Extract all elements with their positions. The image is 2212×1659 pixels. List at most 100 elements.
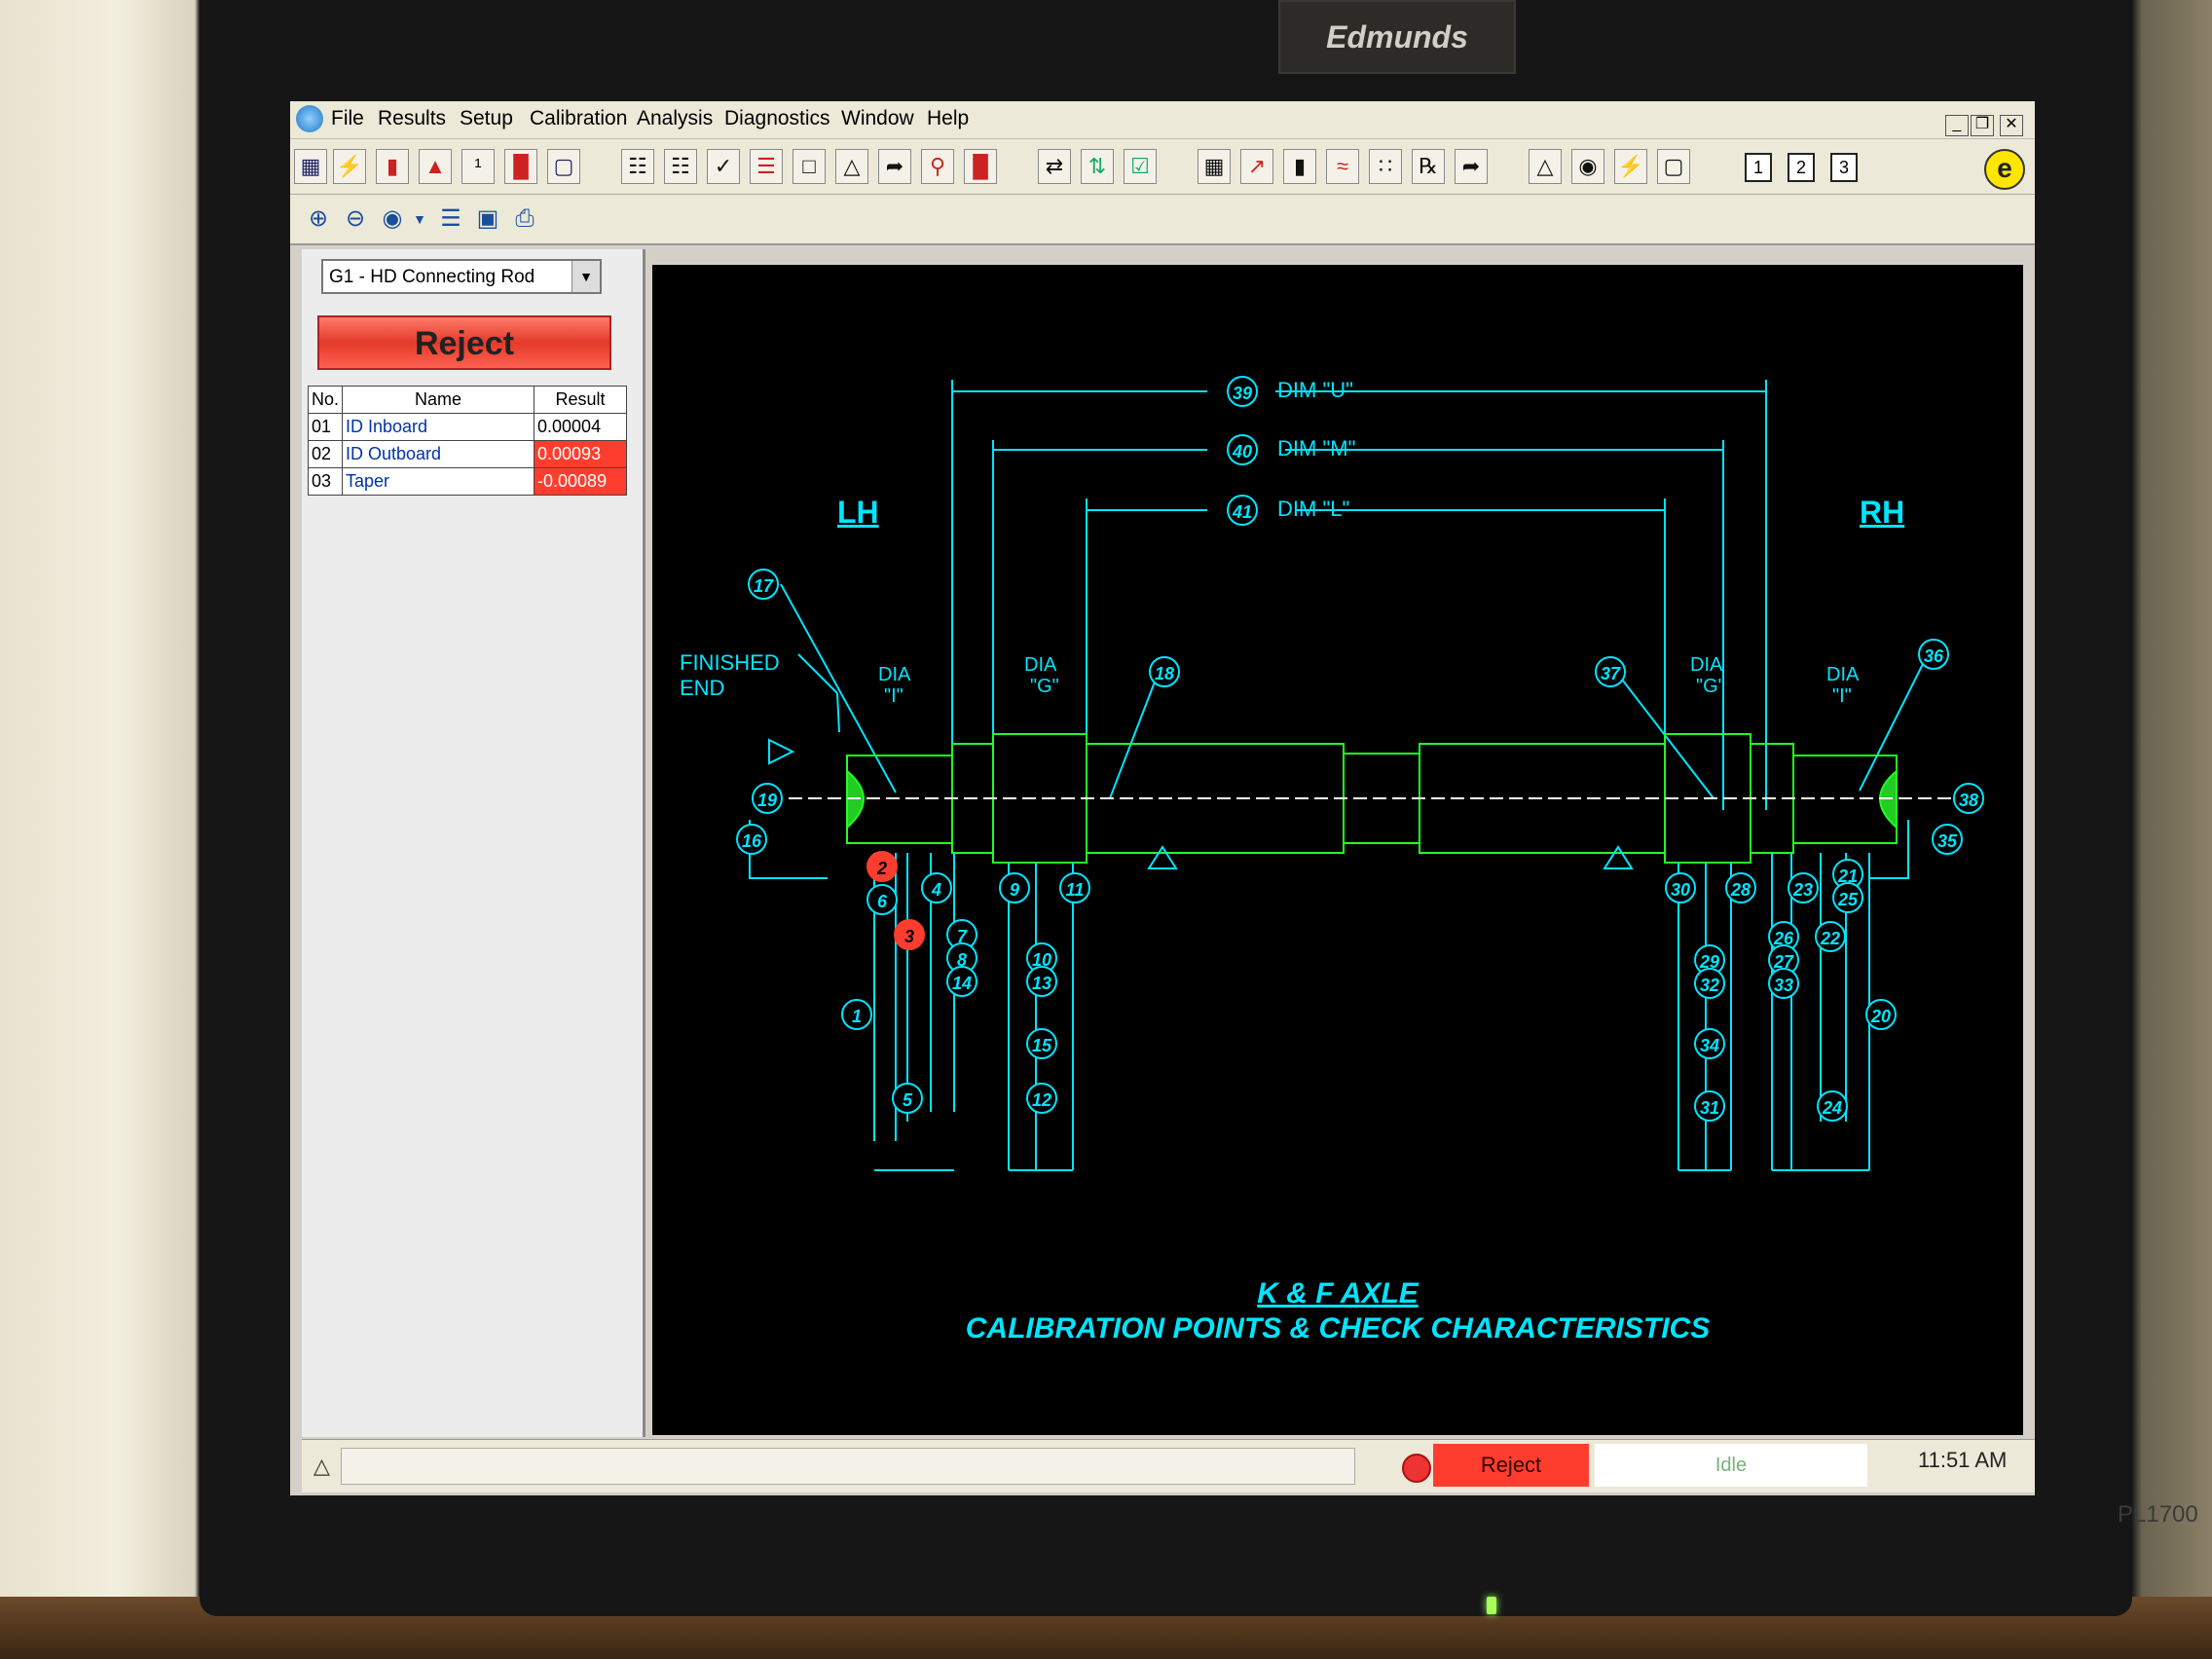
- col-result: Result: [534, 386, 628, 414]
- gage-select[interactable]: G1 - HD Connecting Rod ▼: [321, 259, 602, 294]
- callout-31[interactable]: 31: [1694, 1090, 1725, 1122]
- callout-24[interactable]: 24: [1817, 1090, 1848, 1122]
- warning-icon[interactable]: △: [835, 149, 868, 184]
- fit-icon[interactable]: ▣: [473, 204, 502, 234]
- scatter-icon[interactable]: ∷: [1369, 149, 1402, 184]
- drawing-title: K & F AXLE: [1257, 1277, 1419, 1309]
- drawing-canvas[interactable]: 39 DIM "U" 40 DIM "M" 41 DIM "L" DIA "I" DIA "G" D…: [652, 265, 2023, 1435]
- callout-36[interactable]: 36: [1918, 639, 1949, 670]
- rr-icon[interactable]: ℞: [1412, 149, 1445, 184]
- window-3-button[interactable]: 3: [1830, 153, 1858, 182]
- zoom-out-icon[interactable]: ⊖: [341, 204, 370, 234]
- zoom-dropdown-icon[interactable]: ▼: [405, 204, 434, 234]
- temperature-icon[interactable]: █: [964, 149, 997, 184]
- window-2-button[interactable]: 2: [1788, 153, 1815, 182]
- zoom-in-icon[interactable]: ⊕: [304, 204, 333, 234]
- info-icon[interactable]: □: [793, 149, 826, 184]
- menu-analysis[interactable]: Analysis: [637, 107, 713, 130]
- callout-35[interactable]: 35: [1932, 824, 1963, 855]
- callout-40[interactable]: 40: [1227, 434, 1258, 465]
- histogram-icon[interactable]: ▮: [1283, 149, 1316, 184]
- alert-icon[interactable]: △: [1529, 149, 1562, 184]
- menu-setup[interactable]: Setup: [460, 107, 513, 130]
- alarm-icon[interactable]: ▲: [419, 149, 452, 184]
- trend-chart-icon[interactable]: ≈: [1326, 149, 1359, 184]
- menu-diagnostics[interactable]: Diagnostics: [724, 107, 830, 130]
- callout-17[interactable]: 17: [748, 569, 779, 600]
- callout-25[interactable]: 25: [1832, 882, 1863, 913]
- zoom-select-icon[interactable]: ◉: [378, 204, 407, 234]
- callout-4[interactable]: 4: [921, 872, 952, 903]
- callout-32[interactable]: 32: [1694, 968, 1725, 999]
- callout-19[interactable]: 19: [752, 783, 783, 814]
- forward-icon[interactable]: ➦: [1455, 149, 1488, 184]
- callout-22[interactable]: 22: [1815, 921, 1846, 952]
- menu-help[interactable]: Help: [927, 107, 969, 130]
- layers-icon[interactable]: ☰: [436, 204, 465, 234]
- callout-14[interactable]: 14: [946, 966, 977, 997]
- col-name: Name: [342, 386, 535, 414]
- search-icon[interactable]: ⚲: [921, 149, 954, 184]
- minimize-button[interactable]: _: [1945, 115, 1969, 136]
- callout-37[interactable]: 37: [1595, 656, 1626, 687]
- line-chart-icon[interactable]: ↗: [1240, 149, 1273, 184]
- callout-20[interactable]: 20: [1865, 999, 1897, 1030]
- callout-16[interactable]: 16: [736, 824, 767, 855]
- bell-icon[interactable]: △: [313, 1454, 330, 1479]
- tools-icon[interactable]: ▢: [1657, 149, 1690, 184]
- callout-13[interactable]: 13: [1026, 966, 1057, 997]
- callout-38[interactable]: 38: [1953, 783, 1984, 814]
- callout-23[interactable]: 23: [1788, 872, 1819, 903]
- callout-2[interactable]: 2: [866, 851, 898, 882]
- redo-icon[interactable]: ➦: [878, 149, 911, 184]
- window-1-button[interactable]: 1: [1745, 153, 1772, 182]
- grid-icon[interactable]: ▦: [294, 149, 327, 184]
- callout-18[interactable]: 18: [1149, 656, 1180, 687]
- stack-icon[interactable]: ☰: [750, 149, 783, 184]
- table-icon[interactable]: ▦: [1198, 149, 1231, 184]
- menu-window[interactable]: Window: [841, 107, 914, 130]
- cube-icon[interactable]: ▢: [547, 149, 580, 184]
- callout-34[interactable]: 34: [1694, 1028, 1725, 1059]
- monitor-model: PL1700: [2118, 1501, 2198, 1528]
- numbers-icon[interactable]: ¹: [461, 149, 495, 184]
- app-icon[interactable]: [296, 105, 323, 132]
- close-button[interactable]: ✕: [2000, 115, 2023, 136]
- menu-file[interactable]: File: [331, 107, 364, 130]
- menu-calibration[interactable]: Calibration: [530, 107, 627, 130]
- callout-28[interactable]: 28: [1725, 872, 1756, 903]
- dia-label-line2: "I": [1832, 685, 1852, 707]
- restore-button[interactable]: ❐: [1971, 115, 1994, 136]
- callout-6[interactable]: 6: [866, 884, 898, 915]
- bar-chart-icon[interactable]: ▮: [376, 149, 409, 184]
- print-icon[interactable]: ⎙: [510, 204, 539, 234]
- chevron-down-icon[interactable]: ▼: [571, 261, 600, 292]
- gage-icon[interactable]: ⚡: [333, 149, 366, 184]
- callout-15[interactable]: 15: [1026, 1028, 1057, 1059]
- sort-icon[interactable]: ⇅: [1081, 149, 1114, 184]
- calibrate-icon[interactable]: ⚡: [1614, 149, 1647, 184]
- table-row[interactable]: 03 Taper -0.00089: [307, 467, 628, 496]
- table-header: No. Name Result: [307, 386, 628, 414]
- callout-11[interactable]: 11: [1059, 872, 1090, 903]
- table-row[interactable]: 01 ID Inboard 0.00004: [307, 413, 628, 441]
- binoculars-icon[interactable]: ◉: [1571, 149, 1604, 184]
- callout-9[interactable]: 9: [999, 872, 1030, 903]
- dia-label-line2: "G": [1696, 676, 1725, 697]
- callout-5[interactable]: 5: [892, 1083, 923, 1114]
- thermometer-icon[interactable]: █: [504, 149, 537, 184]
- callout-41[interactable]: 41: [1227, 495, 1258, 526]
- check-icon[interactable]: ✓: [707, 149, 740, 184]
- callout-30[interactable]: 30: [1665, 872, 1696, 903]
- table-row[interactable]: 02 ID Outboard 0.00093: [307, 440, 628, 468]
- checkbox-icon[interactable]: ☑: [1124, 149, 1157, 184]
- callout-12[interactable]: 12: [1026, 1083, 1057, 1114]
- callout-1[interactable]: 1: [841, 999, 872, 1030]
- transfer-icon[interactable]: ⇄: [1038, 149, 1071, 184]
- menu-results[interactable]: Results: [378, 107, 446, 130]
- network-icon[interactable]: ☷: [621, 149, 654, 184]
- callout-39[interactable]: 39: [1227, 376, 1258, 407]
- g-icon[interactable]: ☷: [664, 149, 697, 184]
- callout-3[interactable]: 3: [894, 919, 925, 950]
- callout-33[interactable]: 33: [1768, 968, 1799, 999]
